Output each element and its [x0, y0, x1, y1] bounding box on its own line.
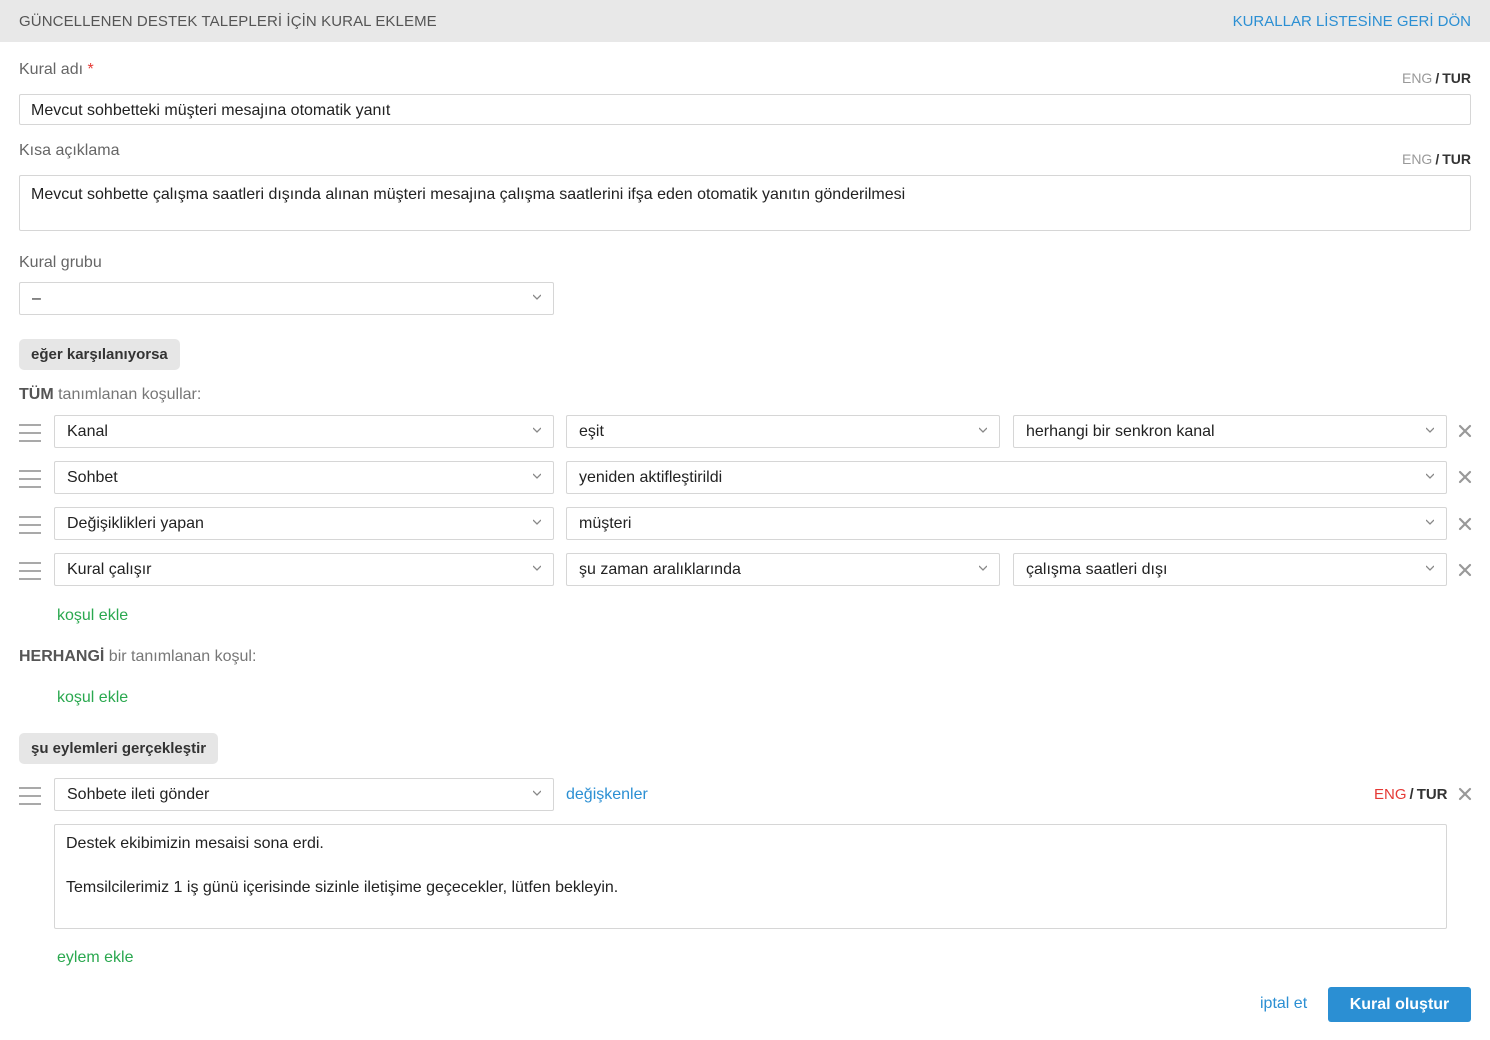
- lang-eng[interactable]: ENG: [1402, 70, 1432, 86]
- create-rule-button[interactable]: Kural oluştur: [1328, 987, 1471, 1022]
- rule-name-label: Kural adı *: [19, 61, 94, 79]
- chevron-down-icon: [533, 427, 541, 433]
- page-header: GÜNCELLENEN DESTEK TALEPLERİ İÇİN KURAL …: [0, 0, 1490, 42]
- drag-handle-icon[interactable]: [19, 470, 41, 488]
- chevron-down-icon: [1426, 427, 1434, 433]
- any-conditions-title: HERHANGİ bir tanımlanan koşul:: [19, 648, 256, 666]
- lang-eng[interactable]: ENG: [1374, 786, 1407, 803]
- lang-tur[interactable]: TUR: [1417, 786, 1448, 803]
- condition-value-value: herhangi bir senkron kanal: [1026, 423, 1215, 440]
- condition-field-value: Kanal: [67, 423, 108, 440]
- rule-group-value: –: [32, 290, 41, 307]
- drag-handle-icon[interactable]: [19, 424, 41, 442]
- drag-handle-icon[interactable]: [19, 787, 41, 805]
- variables-link[interactable]: değişkenler: [566, 786, 648, 804]
- add-action-link[interactable]: eylem ekle: [57, 949, 133, 967]
- message-lang-switch: ENG / TUR: [1374, 786, 1448, 803]
- lang-sep: /: [1435, 151, 1440, 167]
- action-type-value: Sohbete ileti gönder: [67, 786, 210, 803]
- all-conditions-title: TÜM tanımlanan koşullar:: [19, 386, 201, 404]
- lang-tur[interactable]: TUR: [1442, 151, 1471, 167]
- condition-field-select[interactable]: Sohbet: [54, 461, 554, 494]
- condition-operator-select[interactable]: eşit: [566, 415, 1000, 448]
- lang-eng[interactable]: ENG: [1402, 151, 1432, 167]
- rule-name-label-text: Kural adı: [19, 61, 84, 78]
- chevron-down-icon: [1426, 519, 1434, 525]
- lang-tur[interactable]: TUR: [1442, 70, 1471, 86]
- rule-name-input[interactable]: Mevcut sohbetteki müşteri mesajına otoma…: [19, 94, 1471, 125]
- condition-field-value: Sohbet: [67, 469, 118, 486]
- any-prefix: HERHANGİ: [19, 648, 105, 665]
- condition-operator-value: eşit: [579, 423, 604, 440]
- rule-group-label: Kural grubu: [19, 254, 102, 271]
- rule-group-select[interactable]: –: [19, 282, 554, 315]
- chevron-down-icon: [1426, 565, 1434, 571]
- chevron-down-icon: [533, 519, 541, 525]
- condition-value-value: çalışma saatleri dışı: [1026, 561, 1168, 578]
- all-prefix: TÜM: [19, 386, 54, 403]
- page-title: GÜNCELLENEN DESTEK TALEPLERİ İÇİN KURAL …: [19, 13, 437, 30]
- condition-field-select[interactable]: Kural çalışır: [54, 553, 554, 586]
- condition-field-select[interactable]: Değişiklikleri yapan: [54, 507, 554, 540]
- short-desc-lang-switch: ENG / TUR: [1402, 151, 1471, 167]
- actions-pill: şu eylemleri gerçekleştir: [19, 733, 219, 764]
- close-icon[interactable]: [1458, 424, 1472, 438]
- add-condition-any-link[interactable]: koşul ekle: [57, 689, 128, 707]
- condition-operator-value: şu zaman aralıklarında: [579, 561, 741, 578]
- chevron-down-icon: [533, 473, 541, 479]
- lang-sep: /: [1435, 70, 1440, 86]
- chevron-down-icon: [979, 427, 987, 433]
- chevron-down-icon: [533, 790, 541, 796]
- message-line: Destek ekibimizin mesaisi sona erdi.: [66, 835, 324, 852]
- all-suffix: tanımlanan koşullar:: [58, 386, 202, 403]
- if-conditions-pill: eğer karşılanıyorsa: [19, 339, 180, 370]
- short-desc-textarea[interactable]: Mevcut sohbette çalışma saatleri dışında…: [19, 175, 1471, 231]
- condition-field-value: Kural çalışır: [67, 561, 152, 578]
- close-icon[interactable]: [1458, 787, 1472, 801]
- chevron-down-icon: [533, 565, 541, 571]
- lang-sep: /: [1409, 786, 1414, 803]
- chevron-down-icon: [1426, 473, 1434, 479]
- condition-operator-select[interactable]: şu zaman aralıklarında: [566, 553, 1000, 586]
- condition-field-select[interactable]: Kanal: [54, 415, 554, 448]
- chevron-down-icon: [979, 565, 987, 571]
- short-desc-label: Kısa açıklama: [19, 142, 120, 159]
- close-icon[interactable]: [1458, 470, 1472, 484]
- any-suffix: bir tanımlanan koşul:: [108, 648, 257, 665]
- condition-operator-select[interactable]: müşteri: [566, 507, 1447, 540]
- message-textarea[interactable]: Destek ekibimizin mesaisi sona erdi. Tem…: [54, 824, 1447, 929]
- condition-value-select[interactable]: herhangi bir senkron kanal: [1013, 415, 1447, 448]
- add-condition-all-link[interactable]: koşul ekle: [57, 607, 128, 625]
- close-icon[interactable]: [1458, 563, 1472, 577]
- drag-handle-icon[interactable]: [19, 516, 41, 534]
- condition-field-value: Değişiklikleri yapan: [67, 515, 204, 532]
- rule-name-lang-switch: ENG / TUR: [1402, 70, 1471, 86]
- required-mark: *: [87, 61, 94, 78]
- back-to-rules-link[interactable]: KURALLAR LİSTESİNE GERİ DÖN: [1233, 13, 1471, 30]
- condition-operator-value: müşteri: [579, 515, 632, 532]
- message-line: Temsilcilerimiz 1 iş günü içerisinde siz…: [66, 879, 619, 896]
- condition-operator-select[interactable]: yeniden aktifleştirildi: [566, 461, 1447, 494]
- drag-handle-icon[interactable]: [19, 562, 41, 580]
- cancel-link[interactable]: iptal et: [1260, 995, 1307, 1013]
- chevron-down-icon: [533, 294, 541, 300]
- condition-operator-value: yeniden aktifleştirildi: [579, 469, 723, 486]
- action-type-select[interactable]: Sohbete ileti gönder: [54, 778, 554, 811]
- close-icon[interactable]: [1458, 517, 1472, 531]
- condition-value-select[interactable]: çalışma saatleri dışı: [1013, 553, 1447, 586]
